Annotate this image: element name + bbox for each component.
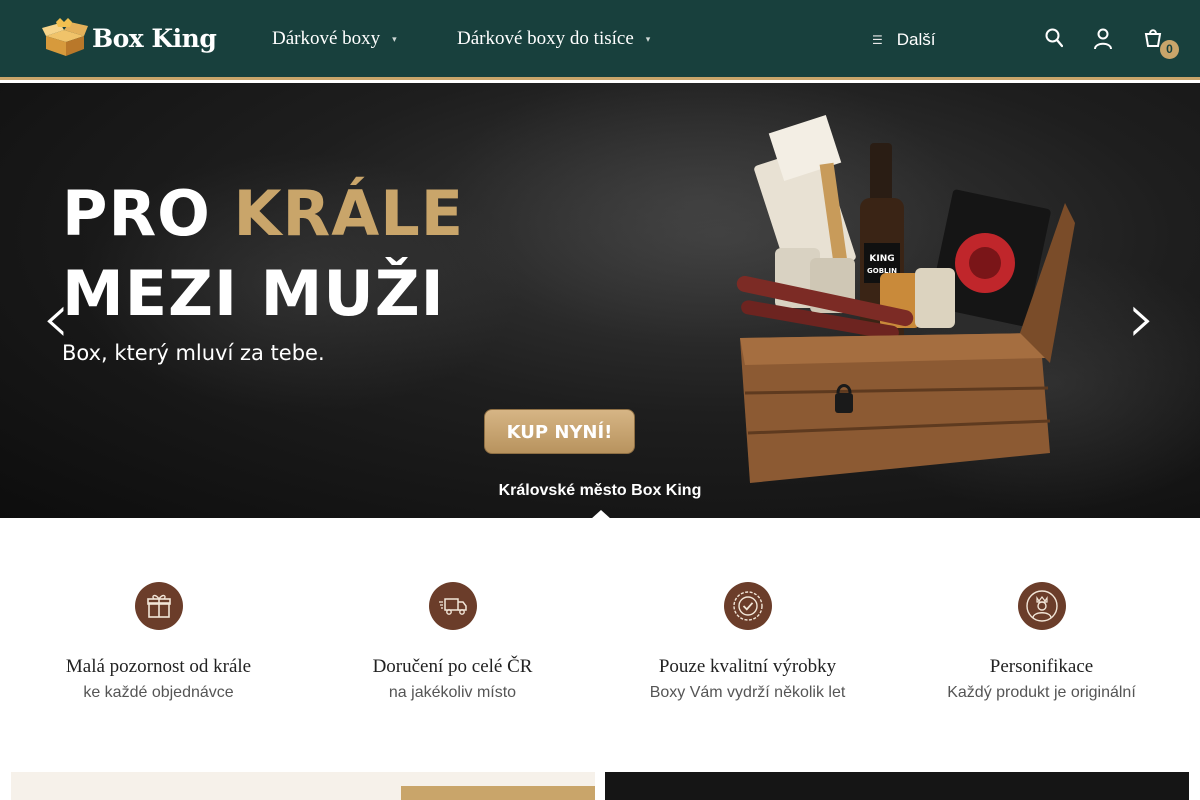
brand-logo[interactable]: Box King xyxy=(42,18,217,58)
hero-title-line2: MEZI MUŽI xyxy=(62,257,445,330)
promo-banner-right[interactable] xyxy=(605,772,1189,800)
nav-item-label: Dárkové boxy do tisíce xyxy=(457,28,634,49)
search-icon[interactable] xyxy=(1045,28,1063,48)
person-crown-icon xyxy=(1017,582,1066,630)
slider-prev-arrow[interactable]: ‹ xyxy=(42,283,70,353)
site-header: Box King Dárkové boxy ▾ Dárkové boxy do … xyxy=(0,0,1200,80)
nav-item-darkove-boxy[interactable]: Dárkové boxy ▾ xyxy=(272,28,397,50)
promo-banner-left[interactable] xyxy=(11,772,595,800)
caption-pointer xyxy=(591,510,611,518)
box-logo-icon xyxy=(42,18,88,56)
slider-next-arrow[interactable]: › xyxy=(1128,283,1156,353)
svg-text:KING: KING xyxy=(869,254,894,264)
buy-now-button[interactable]: KUP NYNÍ! xyxy=(484,409,635,454)
banner-accent xyxy=(401,786,595,800)
feature-title: Malá pozornost od krále xyxy=(65,656,252,677)
delivery-truck-icon xyxy=(428,582,477,630)
feature-subtitle: Každý produkt je originální xyxy=(947,684,1136,701)
feature-subtitle: ke každé objednávce xyxy=(83,684,234,701)
quality-badge-icon xyxy=(723,582,772,630)
feature-subtitle: Boxy Vám vydrží několik let xyxy=(649,684,846,701)
chevron-down-icon: ▾ xyxy=(392,33,397,44)
user-icon[interactable] xyxy=(1094,28,1112,50)
hero-subtitle: Box, který mluví za tebe. xyxy=(62,341,325,365)
menu-bars-icon: ☰ xyxy=(872,33,883,47)
feature-title: Doručení po celé ČR xyxy=(372,656,533,677)
brand-name: Box King xyxy=(92,23,217,53)
feature-quality: Pouze kvalitní výrobky Boxy Vám vydrží n… xyxy=(600,582,895,702)
nav-item-label: Dárkové boxy xyxy=(272,28,381,49)
gift-box-product-image: KING GOBLIN xyxy=(736,114,1075,483)
feature-title: Personifikace xyxy=(989,656,1094,677)
feature-gift: Malá pozornost od krále ke každé objedná… xyxy=(11,582,306,702)
nav-more-label: Další xyxy=(896,30,936,49)
nav-more-menu[interactable]: ☰ Další xyxy=(872,30,936,50)
slide-caption[interactable]: Královské město Box King xyxy=(0,482,1200,500)
feature-subtitle: na jakékoliv místo xyxy=(388,684,517,701)
feature-title: Pouze kvalitní výrobky xyxy=(658,656,837,677)
hero-title-gold: KRÁLE xyxy=(233,177,465,250)
hero-title-white: PRO xyxy=(62,177,234,250)
hero-title-line1: PRO KRÁLE xyxy=(62,183,464,245)
hero-slider[interactable]: KING GOBLIN PRO KRÁLE MEZI MUŽI Box, kte… xyxy=(0,83,1200,518)
feature-personalization: Personifikace Každý produkt je origináln… xyxy=(894,582,1189,702)
gift-icon xyxy=(134,582,183,630)
nav-item-darkove-boxy-do-tisice[interactable]: Dárkové boxy do tisíce ▾ xyxy=(457,28,650,50)
cart-count-badge: 0 xyxy=(1160,40,1179,59)
chevron-down-icon: ▾ xyxy=(645,33,651,44)
feature-delivery: Doručení po celé ČR na jakékoliv místo xyxy=(305,582,600,702)
